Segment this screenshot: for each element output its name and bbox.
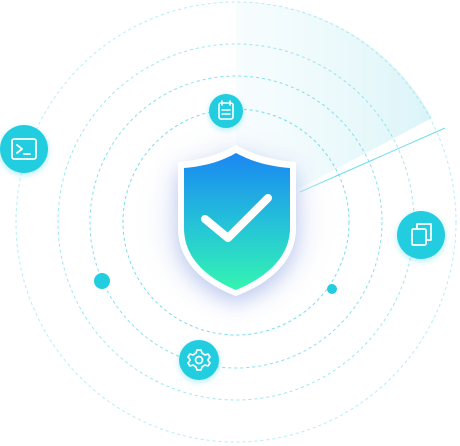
security-illustration [0,0,460,446]
orbit-dot-right [327,284,337,294]
gear-icon [179,340,219,380]
copy-icon [397,211,445,259]
orbit-dot-left [94,273,110,289]
clipboard-icon [209,94,243,128]
terminal-icon [0,125,48,173]
